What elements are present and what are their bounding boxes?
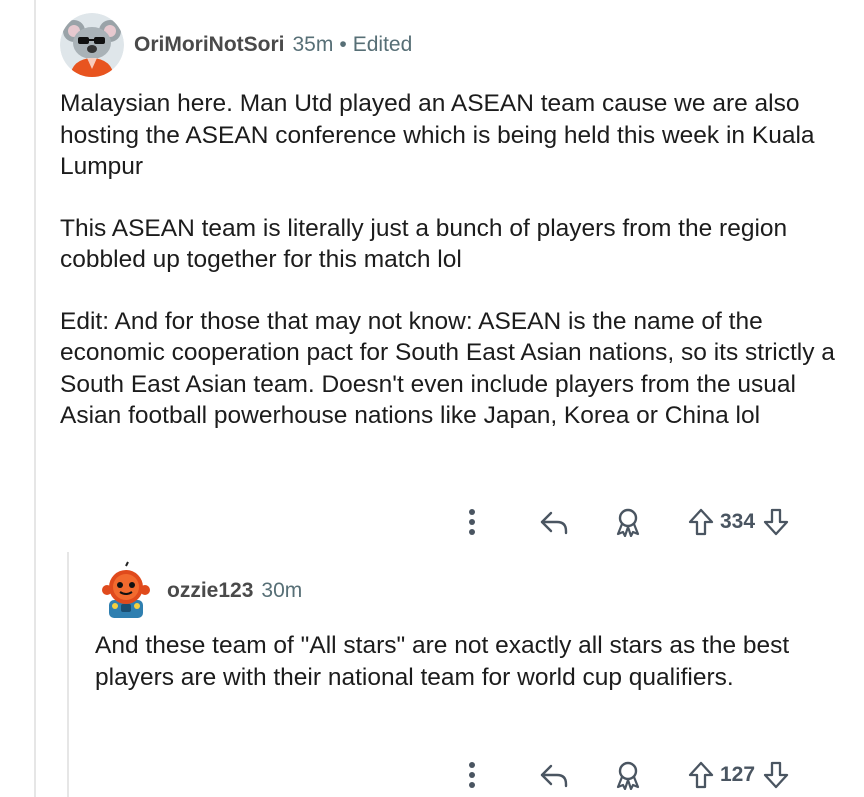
comment-paragraph: This ASEAN team is literally just a bunc… <box>60 214 788 274</box>
comment-paragraph: And these team of "All stars" are not ex… <box>95 632 790 691</box>
robot-avatar-icon[interactable] <box>95 560 157 622</box>
comment-paragraph: Edit: And for those that may not know: A… <box>60 307 835 430</box>
comment-actions: 334 <box>462 504 793 540</box>
edited-label: Edited <box>352 33 413 56</box>
upvote-icon[interactable] <box>684 504 718 540</box>
reply-icon[interactable] <box>536 757 572 793</box>
reply-icon[interactable] <box>536 504 572 540</box>
meta-separator: • <box>339 33 347 56</box>
comment-body: And these team of "All stars" are not ex… <box>95 630 835 693</box>
award-icon[interactable] <box>610 757 646 793</box>
comment-meta: OriMoriNotSori 35m • Edited <box>60 8 850 82</box>
comment-paragraph: Malaysian here. Man Utd played an ASEAN … <box>60 90 815 180</box>
comment-author[interactable]: ozzie123 <box>167 579 253 603</box>
downvote-icon[interactable] <box>759 757 793 793</box>
reply-comment: ozzie123 30m And these team of "All star… <box>95 556 835 723</box>
comment-body: Malaysian here. Man Utd played an ASEAN … <box>60 88 850 432</box>
vote-score: 334 <box>720 510 756 533</box>
award-icon[interactable] <box>610 504 646 540</box>
vote-score: 127 <box>720 763 756 786</box>
upvote-icon[interactable] <box>684 757 718 793</box>
comment: OriMoriNotSori 35m • Edited Malaysian he… <box>60 8 850 462</box>
comment-timestamp: 35m <box>292 33 334 56</box>
comment-actions: 127 <box>462 757 793 793</box>
more-options-icon[interactable] <box>462 504 482 540</box>
thread-line <box>34 0 36 797</box>
more-options-icon[interactable] <box>462 757 482 793</box>
koala-avatar-icon[interactable] <box>60 13 124 77</box>
comment-author[interactable]: OriMoriNotSori <box>134 33 285 57</box>
reply-thread-line <box>67 552 69 797</box>
comment-meta: ozzie123 30m <box>95 556 835 626</box>
comment-timestamp: 30m <box>261 579 303 602</box>
downvote-icon[interactable] <box>759 504 793 540</box>
